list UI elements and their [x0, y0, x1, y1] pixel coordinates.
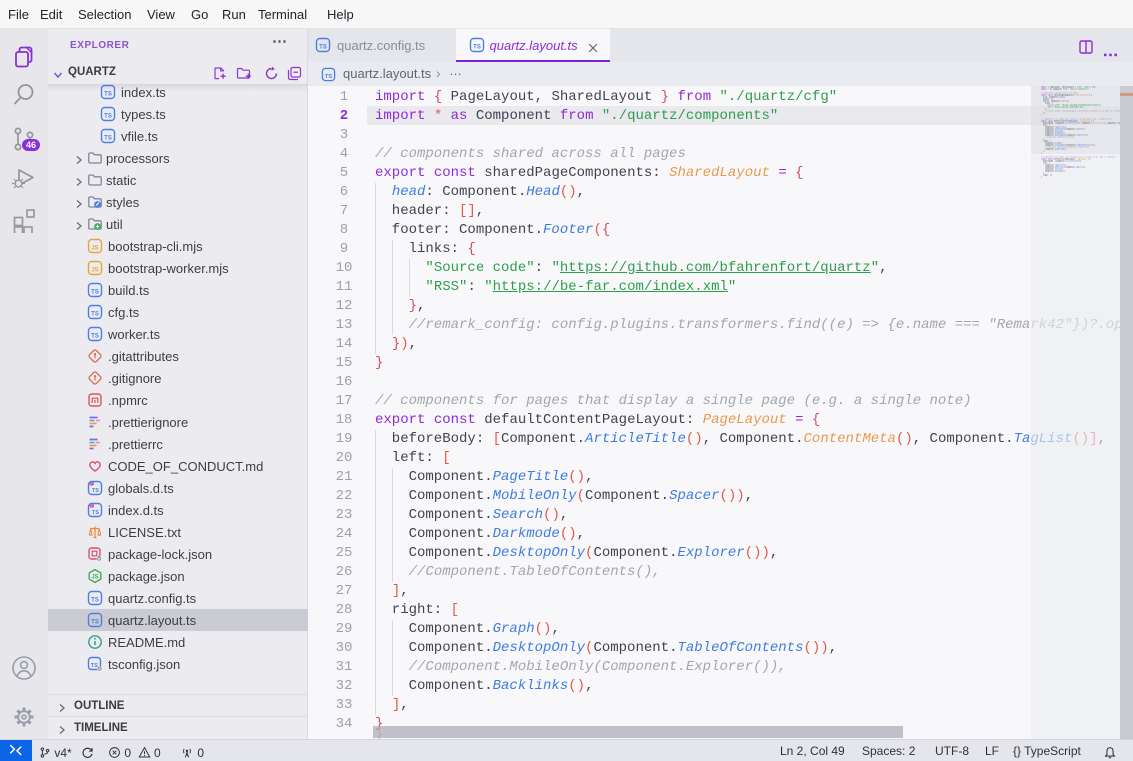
svg-text:TS: TS [104, 92, 112, 98]
svg-text:TS: TS [319, 45, 327, 51]
svg-text:JS: JS [91, 268, 98, 274]
svg-text:TS: TS [91, 663, 98, 669]
svg-text:TS: TS [91, 598, 99, 604]
svg-text:TS: TS [91, 290, 99, 296]
svg-text:JS: JS [91, 575, 98, 581]
svg-text:TS: TS [473, 45, 481, 51]
svg-text:TS: TS [91, 312, 99, 318]
svg-text:TS: TS [91, 334, 99, 340]
svg-text:TS: TS [324, 74, 331, 80]
svg-text:TS: TS [104, 136, 112, 142]
svg-text:JS: JS [91, 246, 98, 252]
svg-text:TS: TS [104, 114, 112, 120]
svg-text:TS: TS [92, 510, 99, 516]
svg-text:TS: TS [91, 620, 99, 626]
svg-text:TS: TS [92, 488, 99, 494]
